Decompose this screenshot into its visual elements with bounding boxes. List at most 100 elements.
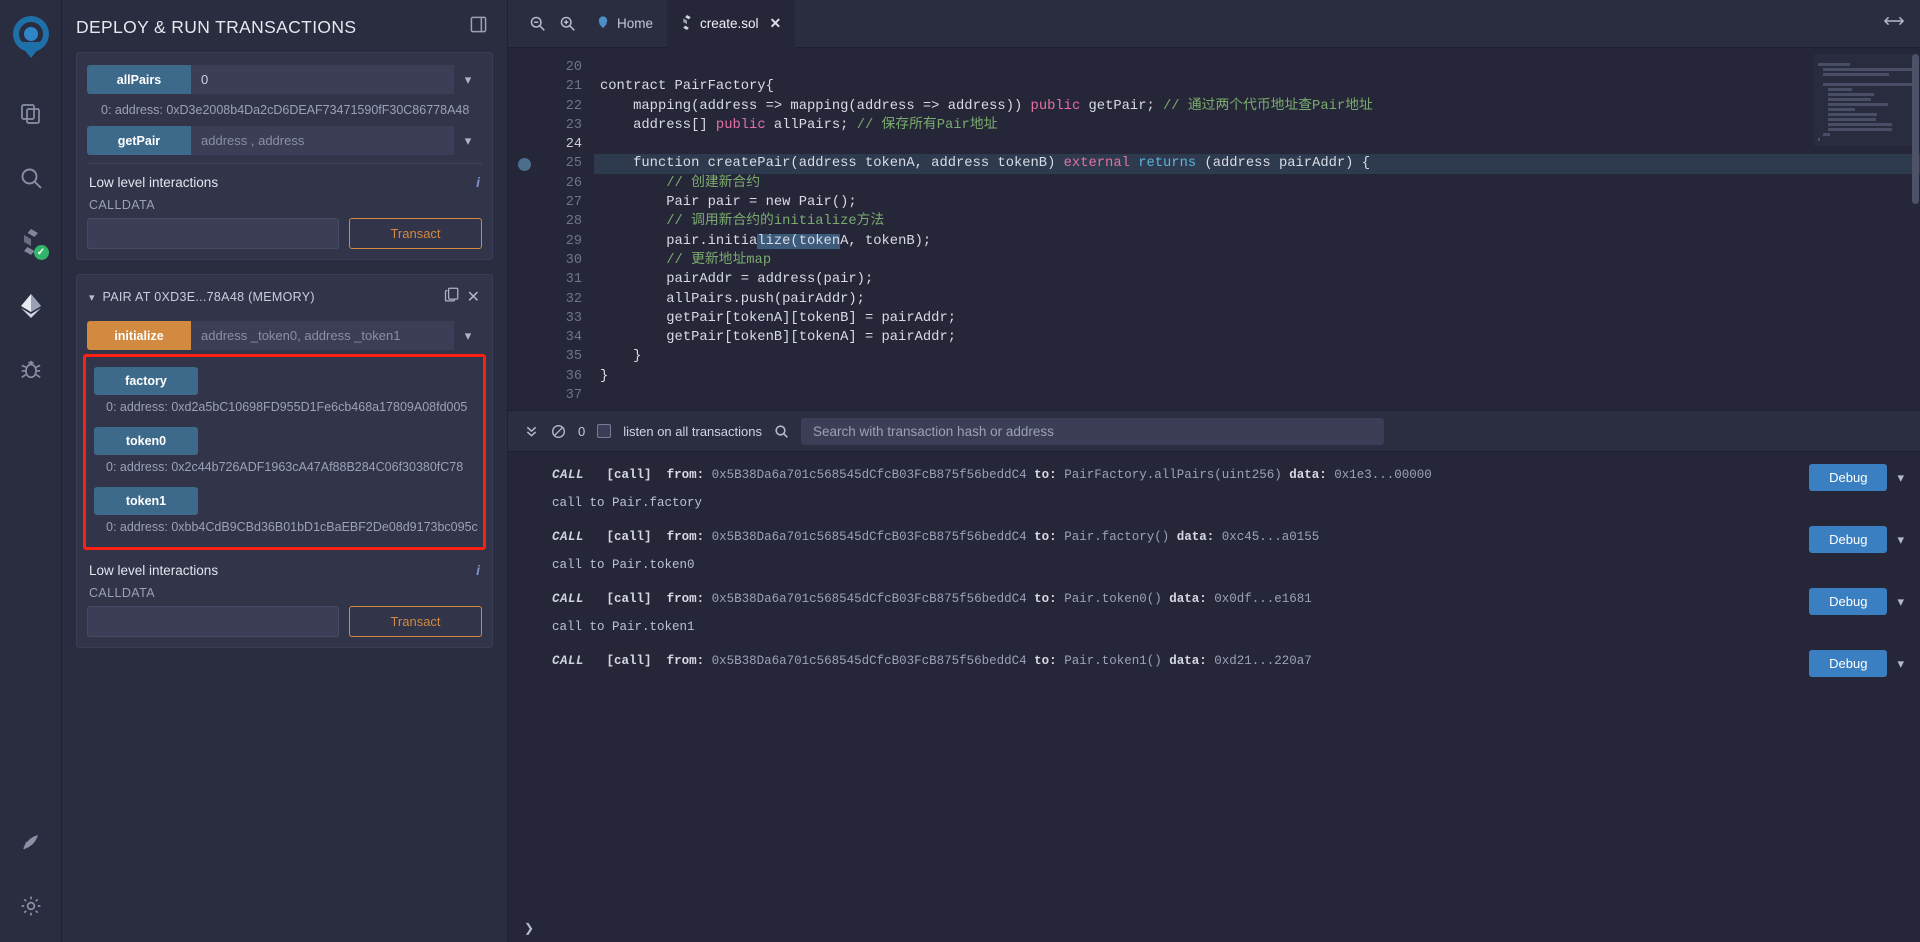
chevron-down-icon[interactable]: ▾ bbox=[1897, 532, 1904, 548]
tab-create-sol[interactable]: create.sol ✕ bbox=[667, 0, 795, 48]
solidity-compiler-icon[interactable]: ✓ bbox=[9, 220, 53, 264]
minimap-line bbox=[1823, 133, 1831, 136]
code-line[interactable]: pair.initialize(tokenA, tokenB); bbox=[594, 232, 1920, 251]
code-line[interactable] bbox=[594, 386, 1920, 405]
code-line[interactable] bbox=[594, 58, 1920, 77]
allpairs-input[interactable]: 0 bbox=[191, 65, 454, 94]
code-line[interactable] bbox=[594, 135, 1920, 154]
file-explorer-icon[interactable] bbox=[9, 92, 53, 136]
line-number: 24 bbox=[508, 135, 582, 154]
highlighted-getters-region: factory 0: address: 0xd2a5bC10698FD955D1… bbox=[83, 354, 486, 550]
terminal-panel: 0 listen on all transactions Search with… bbox=[508, 410, 1920, 942]
log-to-label: to: bbox=[1034, 530, 1057, 544]
log-to-target: Pair.token0() bbox=[1064, 592, 1162, 606]
low-level-title: Low level interactions bbox=[89, 175, 218, 190]
code-line[interactable]: allPairs.push(pairAddr); bbox=[594, 290, 1920, 309]
code-line[interactable]: pairAddr = address(pair); bbox=[594, 270, 1920, 289]
info-icon[interactable]: i bbox=[476, 174, 480, 190]
minimap-line bbox=[1818, 63, 1850, 66]
transaction-log-row[interactable]: CALL [call] from: 0x5B38Da6a701c568545dC… bbox=[508, 456, 1920, 518]
deploy-run-icon[interactable] bbox=[9, 284, 53, 328]
code-line[interactable]: Pair pair = new Pair(); bbox=[594, 193, 1920, 212]
log-tag: [call] bbox=[607, 592, 652, 606]
settings-icon[interactable] bbox=[9, 884, 53, 928]
debug-button[interactable]: Debug bbox=[1809, 588, 1887, 615]
factory-button[interactable]: factory bbox=[94, 367, 198, 395]
line-number-gutter: 202122232425262728293031323334353637 bbox=[508, 48, 594, 410]
transaction-count: 0 bbox=[578, 424, 585, 439]
code-token: getPair[tokenB][tokenA] = pairAddr; bbox=[600, 330, 956, 345]
no-entry-icon[interactable] bbox=[551, 424, 566, 439]
transaction-log-row[interactable]: CALL [call] from: 0x5B38Da6a701c568545dC… bbox=[508, 642, 1920, 676]
code-content[interactable]: contract PairFactory{ mapping(address =>… bbox=[594, 48, 1920, 410]
initialize-button[interactable]: initialize bbox=[87, 321, 191, 350]
minimap-line bbox=[1828, 118, 1876, 121]
transaction-log-row[interactable]: CALL [call] from: 0x5B38Da6a701c568545dC… bbox=[508, 580, 1920, 642]
log-to-label: to: bbox=[1034, 654, 1057, 668]
calldata-label-instance: CALLDATA bbox=[89, 586, 482, 600]
breakpoint-marker[interactable] bbox=[518, 158, 531, 171]
chevron-down-icon[interactable]: ▾ bbox=[89, 291, 95, 304]
copy-icon[interactable] bbox=[444, 287, 459, 307]
code-minimap[interactable] bbox=[1814, 54, 1912, 146]
code-line[interactable]: address[] public allPairs; // 保存所有Pair地址 bbox=[594, 116, 1920, 135]
code-line[interactable]: function createPair(address tokenA, addr… bbox=[594, 154, 1920, 173]
instance-header[interactable]: ▾ PAIR AT 0XD3E...78A48 (MEMORY) ✕ bbox=[87, 285, 482, 321]
transaction-log-row[interactable]: CALL [call] from: 0x5B38Da6a701c568545dC… bbox=[508, 518, 1920, 580]
transact-button-instance[interactable]: Transact bbox=[349, 606, 482, 637]
zoom-out-icon[interactable] bbox=[522, 9, 552, 39]
getpair-input[interactable]: address , address bbox=[191, 126, 454, 155]
chevron-down-icon[interactable]: ▾ bbox=[1897, 656, 1904, 672]
code-line[interactable]: getPair[tokenA][tokenB] = pairAddr; bbox=[594, 309, 1920, 328]
tab-home[interactable]: Home bbox=[582, 0, 667, 48]
getpair-button[interactable]: getPair bbox=[87, 126, 191, 155]
chevron-down-icon[interactable]: ▾ bbox=[1897, 470, 1904, 486]
code-editor[interactable]: 202122232425262728293031323334353637 con… bbox=[508, 48, 1920, 410]
calldata-input[interactable] bbox=[87, 218, 339, 249]
chevrons-down-icon[interactable] bbox=[524, 424, 539, 439]
editor-scrollbar[interactable] bbox=[1911, 48, 1920, 410]
line-number: 35 bbox=[508, 347, 582, 366]
code-line[interactable]: // 更新地址map bbox=[594, 251, 1920, 270]
debug-button[interactable]: Debug bbox=[1809, 464, 1887, 491]
zoom-in-icon[interactable] bbox=[552, 9, 582, 39]
transact-button[interactable]: Transact bbox=[349, 218, 482, 249]
close-icon[interactable]: ✕ bbox=[467, 287, 480, 307]
token1-button[interactable]: token1 bbox=[94, 487, 198, 515]
debug-button[interactable]: Debug bbox=[1809, 650, 1887, 677]
factory-result: 0: address: 0xd2a5bC10698FD955D1Fe6cb468… bbox=[86, 395, 483, 423]
panel-layout-icon[interactable] bbox=[470, 16, 487, 38]
code-line[interactable]: } bbox=[594, 347, 1920, 366]
initialize-input[interactable]: address _token0, address _token1 bbox=[191, 321, 454, 350]
chevron-down-icon[interactable]: ▾ bbox=[1897, 594, 1904, 610]
search-icon[interactable] bbox=[9, 156, 53, 200]
chevron-down-icon[interactable]: ▾ bbox=[454, 65, 482, 94]
close-icon[interactable]: ✕ bbox=[770, 15, 782, 32]
debug-button[interactable]: Debug bbox=[1809, 526, 1887, 553]
expand-horizontal-icon[interactable] bbox=[1884, 14, 1920, 33]
transaction-search-input[interactable]: Search with transaction hash or address bbox=[801, 418, 1384, 445]
calldata-input-instance[interactable] bbox=[87, 606, 339, 637]
allpairs-button[interactable]: allPairs bbox=[87, 65, 191, 94]
minimap-line bbox=[1828, 88, 1852, 91]
plugin-manager-icon[interactable] bbox=[9, 820, 53, 864]
chevron-down-icon[interactable]: ▾ bbox=[454, 321, 482, 350]
code-line[interactable]: getPair[tokenB][tokenA] = pairAddr; bbox=[594, 328, 1920, 347]
search-icon[interactable] bbox=[774, 424, 789, 439]
code-line[interactable]: contract PairFactory{ bbox=[594, 77, 1920, 96]
info-icon[interactable]: i bbox=[476, 562, 480, 578]
debugger-icon[interactable] bbox=[9, 348, 53, 392]
code-token: lize(token bbox=[757, 234, 840, 249]
code-token: public bbox=[716, 118, 766, 133]
remix-logo[interactable] bbox=[8, 14, 54, 60]
code-line[interactable]: mapping(address => mapping(address => ad… bbox=[594, 97, 1920, 116]
code-line[interactable]: // 调用新合约的initialize方法 bbox=[594, 212, 1920, 231]
terminal-prompt[interactable]: ❯ bbox=[508, 914, 1920, 942]
deploy-run-panel: DEPLOY & RUN TRANSACTIONS allPairs 0 ▾ 0… bbox=[62, 0, 508, 942]
chevron-down-icon[interactable]: ▾ bbox=[454, 126, 482, 155]
code-line[interactable]: } bbox=[594, 367, 1920, 386]
terminal-log-list[interactable]: CALL [call] from: 0x5B38Da6a701c568545dC… bbox=[508, 452, 1920, 914]
code-line[interactable]: // 创建新合约 bbox=[594, 174, 1920, 193]
token0-button[interactable]: token0 bbox=[94, 427, 198, 455]
listen-all-transactions-checkbox[interactable] bbox=[597, 424, 611, 438]
